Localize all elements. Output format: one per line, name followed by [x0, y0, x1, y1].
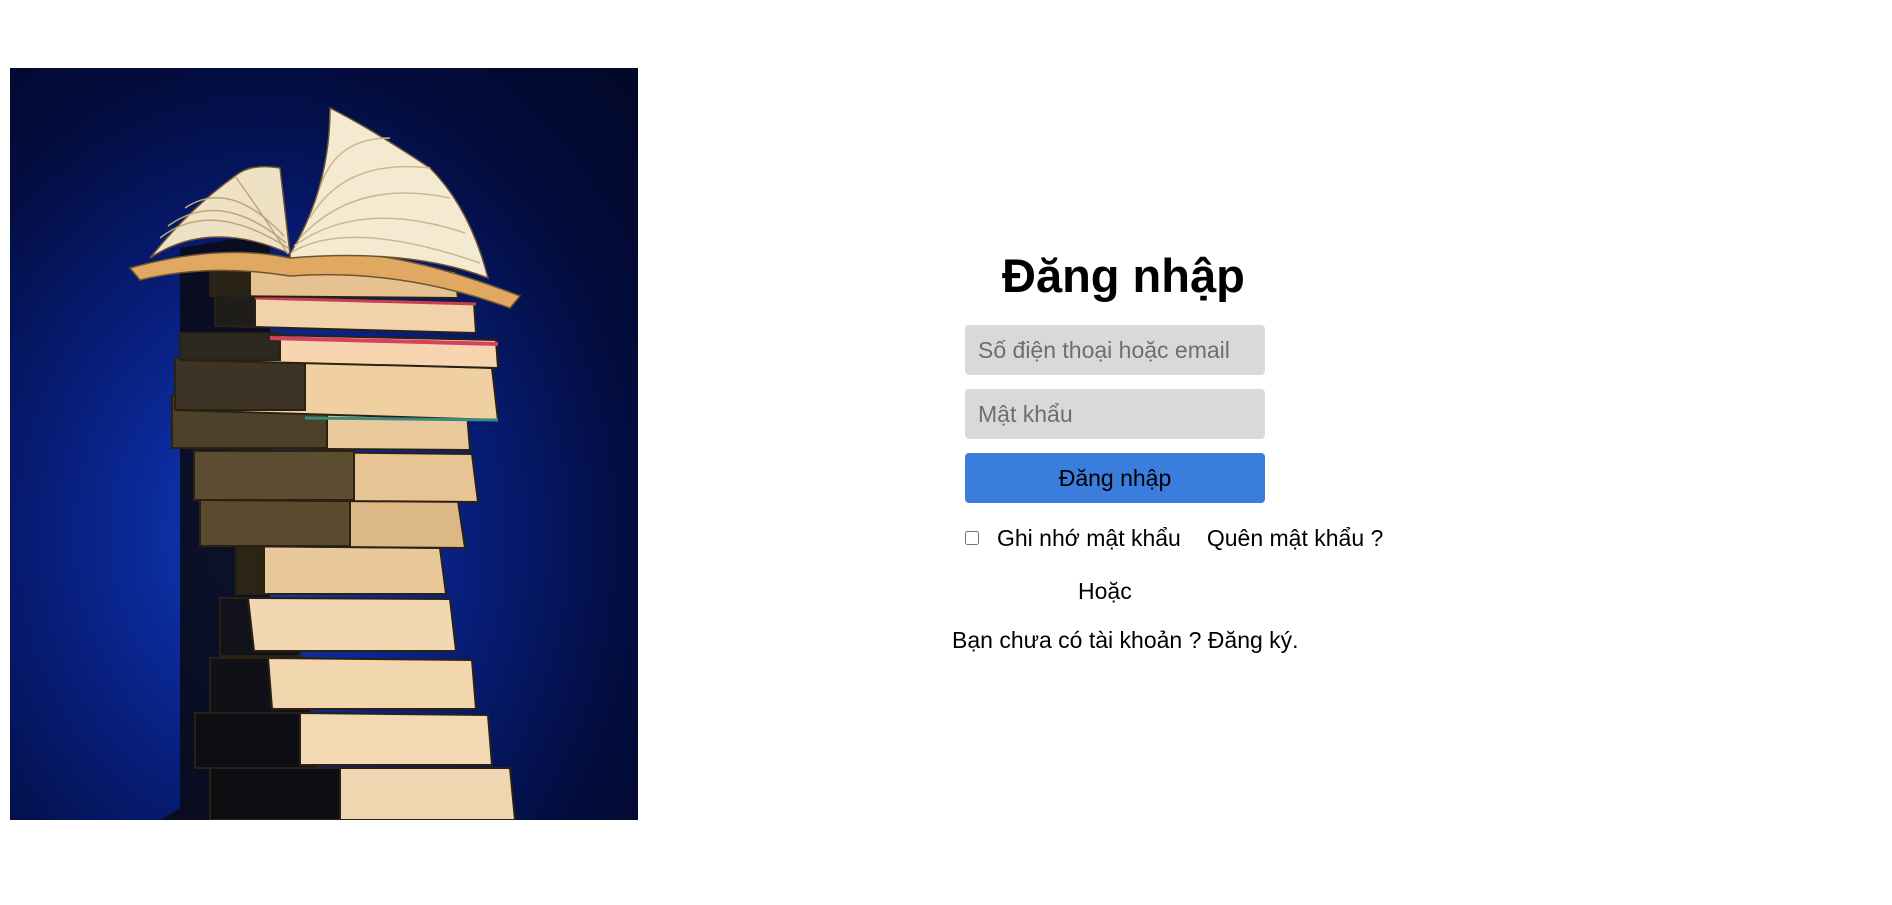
books-stack-image: [10, 68, 638, 820]
or-divider-text: Hoặc: [1078, 578, 1132, 604]
remember-password-checkbox[interactable]: [965, 531, 979, 545]
login-button[interactable]: Đăng nhập: [965, 453, 1265, 503]
signup-prompt: Bạn chưa có tài khoản ?: [952, 627, 1208, 653]
signup-link[interactable]: Đăng ký.: [1208, 627, 1299, 653]
signup-row: Bạn chưa có tài khoản ? Đăng ký.: [952, 627, 1299, 654]
phone-or-email-input[interactable]: [965, 325, 1265, 375]
password-input[interactable]: [965, 389, 1265, 439]
forgot-password-link[interactable]: Quên mật khẩu ?: [1207, 525, 1383, 552]
page-title: Đăng nhập: [1002, 249, 1245, 302]
login-options-row: Ghi nhớ mật khẩu Quên mật khẩu ?: [965, 521, 1383, 555]
remember-password-label: Ghi nhớ mật khẩu: [997, 524, 1181, 551]
login-page: Đăng nhập Đăng nhập Ghi nhớ mật khẩu Quê…: [0, 0, 1892, 905]
